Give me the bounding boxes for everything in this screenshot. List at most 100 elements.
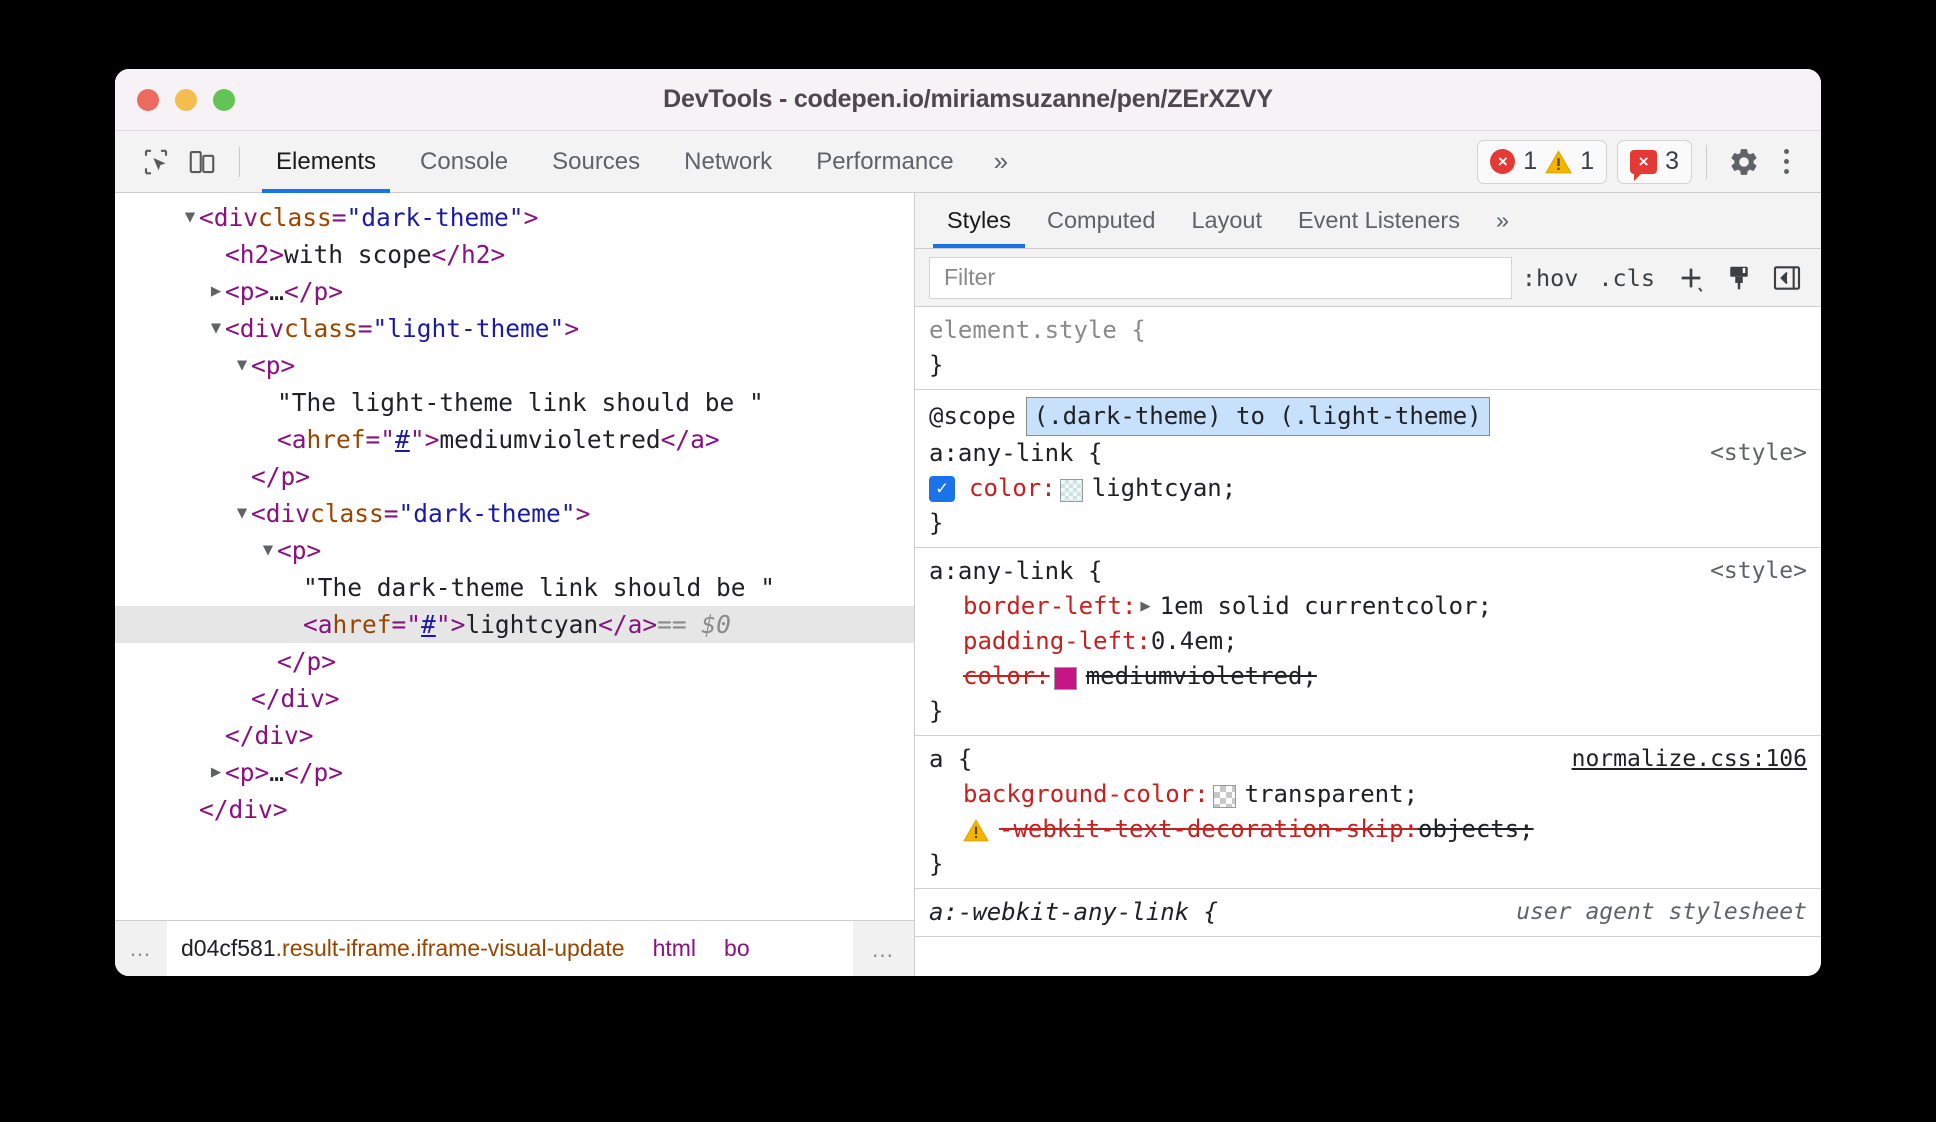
dom-node[interactable]: ▼</p> <box>115 458 914 495</box>
tab-event-listeners[interactable]: Event Listeners <box>1280 193 1478 248</box>
css-property-name[interactable]: padding-left: <box>963 624 1151 659</box>
gear-icon[interactable] <box>1721 139 1767 185</box>
css-declaration[interactable]: border-left: ▶ 1em solid currentcolor; <box>915 589 1821 624</box>
css-rule-origin: <style> <box>1710 558 1807 584</box>
tab-performance[interactable]: Performance <box>794 131 975 193</box>
dom-node[interactable]: ▼</div> <box>115 680 914 717</box>
toggle-class-button[interactable]: .cls <box>1588 256 1665 300</box>
css-rule-origin[interactable]: normalize.css:106 <box>1552 742 1807 777</box>
dom-tag: <p> <box>225 758 270 787</box>
css-property-value[interactable]: 0.4em; <box>1151 624 1238 659</box>
css-property-name[interactable]: color: <box>963 659 1050 694</box>
css-rule[interactable]: @scope (.dark-theme) to (.light-theme) a:a… <box>915 390 1821 548</box>
dom-hashlink[interactable]: # <box>395 421 410 458</box>
color-swatch[interactable] <box>1053 666 1077 690</box>
breadcrumb-item-iframe[interactable]: d04cf581 .result-iframe.iframe-visual-upd… <box>167 921 639 976</box>
dom-node[interactable]: ▼<a href="#">mediumvioletred</a> <box>115 421 914 458</box>
dom-node[interactable]: ▼"The dark-theme link should be " <box>115 569 914 606</box>
dom-node[interactable]: ▼</p> <box>115 643 914 680</box>
dom-node[interactable]: ▶ <p>… </p> <box>115 754 914 791</box>
collapse-triangle-icon[interactable]: ▼ <box>181 199 199 236</box>
css-declaration[interactable]: color: mediumvioletred; <box>915 659 1821 694</box>
css-rules-list[interactable]: element.style {} @scope (.dark-theme) to (… <box>915 307 1821 976</box>
tab-styles[interactable]: Styles <box>929 193 1029 248</box>
css-property-name[interactable]: background-color: <box>963 777 1209 812</box>
dom-attrname: class <box>284 314 358 343</box>
css-property-value[interactable]: mediumvioletred; <box>1086 659 1317 694</box>
tab-network[interactable]: Network <box>662 131 794 193</box>
tab-computed[interactable]: Computed <box>1029 193 1173 248</box>
dom-node[interactable]: ▼ <div class = "dark-theme" > <box>115 495 914 532</box>
dom-node[interactable]: ▼"The light-theme link should be " <box>115 384 914 421</box>
toggle-hover-state-button[interactable]: :hov <box>1512 256 1589 300</box>
collapse-triangle-icon[interactable]: ▼ <box>233 347 251 384</box>
dom-node[interactable]: ▼ <p> <box>115 532 914 569</box>
close-window-button[interactable] <box>137 88 159 111</box>
collapse-triangle-icon[interactable]: ▼ <box>259 532 277 569</box>
breadcrumb-item-html[interactable]: html <box>639 921 710 976</box>
sidebar-toggle-icon[interactable] <box>1765 256 1809 300</box>
declaration-enabled-checkbox[interactable]: ✓ <box>929 475 955 502</box>
dom-tree[interactable]: ▼<div class="dark-theme">▼<h2>with scope… <box>115 193 914 920</box>
new-style-rule-button[interactable] <box>1669 256 1713 300</box>
device-toolbar-icon[interactable] <box>179 139 225 185</box>
css-declaration[interactable]: ✓ color: lightcyan; <box>915 471 1821 506</box>
expand-triangle-icon[interactable]: ▶ <box>207 754 225 791</box>
styles-more-tabs-chevron-icon[interactable]: » <box>1478 193 1527 248</box>
css-selector[interactable]: a:any-link { <box>929 436 1102 471</box>
color-swatch[interactable] <box>1059 478 1083 502</box>
css-selector[interactable]: a { <box>929 742 972 777</box>
css-rule[interactable]: element.style {} <box>915 307 1821 390</box>
css-property-name[interactable]: color: <box>969 471 1056 506</box>
color-swatch[interactable] <box>1212 784 1236 808</box>
css-rule[interactable]: a:-webkit-any-link {user agent styleshee… <box>915 889 1821 937</box>
css-property-value[interactable]: lightcyan; <box>1092 471 1237 506</box>
css-rule[interactable]: a:any-link { <style> border-left: ▶ 1em soli… <box>915 548 1821 736</box>
collapse-triangle-icon[interactable]: ▼ <box>207 310 225 347</box>
traffic-lights <box>137 88 235 111</box>
css-selector[interactable]: element.style { <box>929 313 1146 348</box>
at-scope-prelude[interactable]: (.dark-theme) to (.light-theme) <box>1025 396 1490 436</box>
more-panels-chevron-icon[interactable]: » <box>976 146 1020 177</box>
css-selector[interactable]: a:any-link { <box>929 554 1102 589</box>
dom-node[interactable]: ▼</div> <box>115 791 914 828</box>
inspect-element-icon[interactable] <box>133 139 179 185</box>
paintbrush-icon[interactable] <box>1717 256 1761 300</box>
kebab-menu-icon[interactable] <box>1767 139 1805 185</box>
css-property-value[interactable]: transparent; <box>1245 777 1418 812</box>
filter-input[interactable]: Filter <box>929 256 1512 299</box>
expand-shorthand-icon[interactable]: ▶ <box>1140 589 1150 624</box>
dom-node[interactable]: ▼ <div class = "light-theme" > <box>115 310 914 347</box>
issues-counter[interactable]: × 3 <box>1617 139 1692 184</box>
css-selector[interactable]: a:-webkit-any-link { <box>929 895 1218 930</box>
dom-node[interactable]: ▶ <p>… </p> <box>115 273 914 310</box>
dom-hashlink[interactable]: # <box>421 606 436 643</box>
css-declaration[interactable]: -webkit-text-decoration-skip: objects; <box>915 812 1821 847</box>
dom-node[interactable]: ▼</div> <box>115 717 914 754</box>
dom-tag: </div> <box>225 721 314 750</box>
css-property-value[interactable]: 1em solid currentcolor; <box>1160 589 1492 624</box>
breadcrumb-overflow-right[interactable]: … <box>853 921 914 976</box>
css-declaration[interactable]: padding-left: 0.4em; <box>915 624 1821 659</box>
tab-layout[interactable]: Layout <box>1173 193 1280 248</box>
css-property-value[interactable]: objects; <box>1418 812 1534 847</box>
dom-node-selected[interactable]: ▼<a href="#">lightcyan</a> == $0 <box>115 606 914 643</box>
css-rule[interactable]: a {normalize.css:106 background-color: tr… <box>915 736 1821 889</box>
zoom-window-button[interactable] <box>213 88 235 111</box>
breadcrumb-item-body[interactable]: bo <box>710 921 764 976</box>
tab-console[interactable]: Console <box>398 131 530 193</box>
dom-node[interactable]: ▼ <p> <box>115 347 914 384</box>
dom-node[interactable]: ▼<h2>with scope</h2> <box>115 236 914 273</box>
console-counters[interactable]: × 1 1 <box>1477 139 1608 184</box>
css-property-name[interactable]: -webkit-text-decoration-skip: <box>999 812 1418 847</box>
minimize-window-button[interactable] <box>175 88 197 111</box>
dom-node[interactable]: ▼ <div class = "dark-theme" > <box>115 199 914 236</box>
collapse-triangle-icon[interactable]: ▼ <box>233 495 251 532</box>
css-declaration[interactable]: background-color: transparent; <box>915 777 1821 812</box>
tab-sources[interactable]: Sources <box>530 131 662 193</box>
css-property-name[interactable]: border-left: <box>963 589 1136 624</box>
tab-elements[interactable]: Elements <box>254 131 398 193</box>
expand-triangle-icon[interactable]: ▶ <box>207 273 225 310</box>
dom-tag: = <box>383 499 399 528</box>
breadcrumb-overflow-left[interactable]: … <box>115 921 167 976</box>
